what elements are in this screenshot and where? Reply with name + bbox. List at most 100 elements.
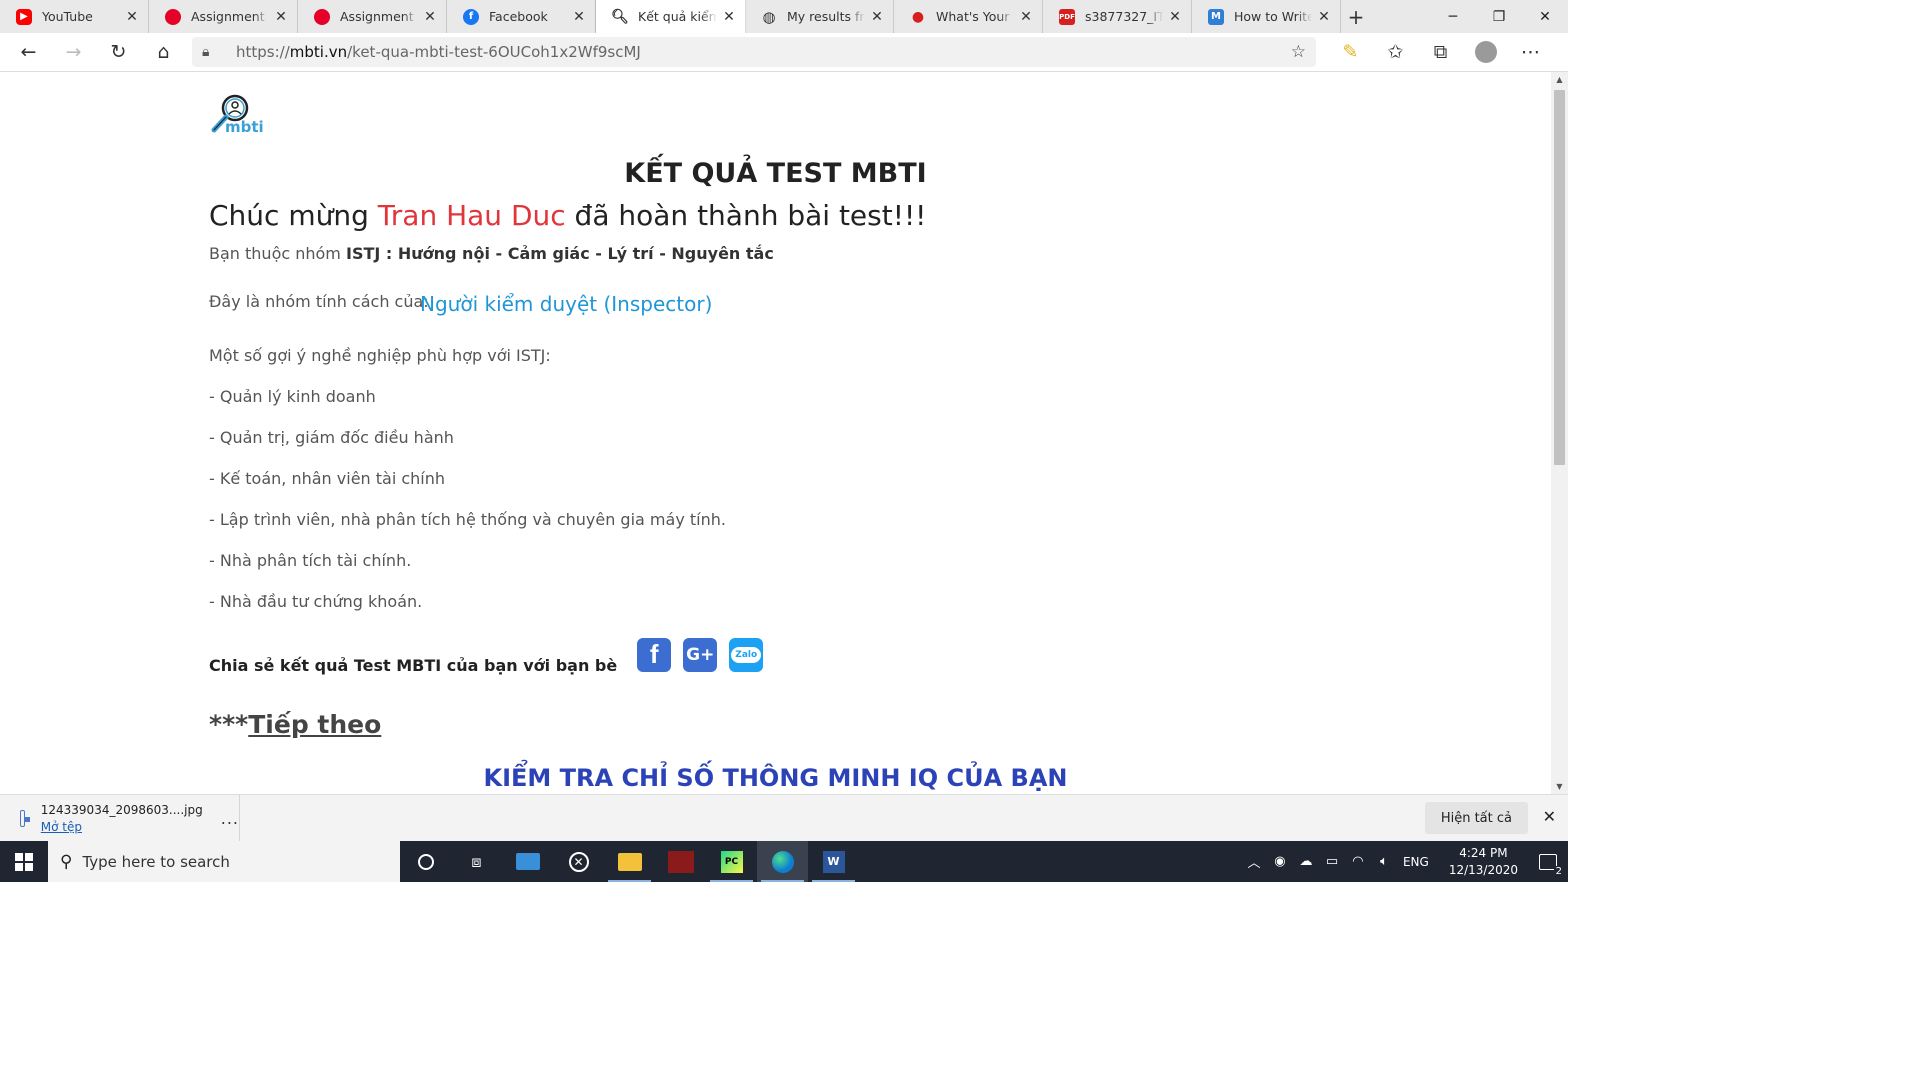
xbox-icon[interactable]: ✕ (553, 841, 604, 882)
mbti-icon: 🔍︎ (611, 8, 629, 25)
career-item: - Nhà phân tích tài chính. (209, 551, 412, 570)
close-tab-icon[interactable]: ✕ (273, 9, 289, 25)
tab-facebook[interactable]: f Facebook ✕ (447, 0, 596, 33)
tab-title: YouTube (42, 9, 93, 24)
tab-title: Assignment 1: (340, 9, 418, 24)
next-link-text[interactable]: Tiếp theo (248, 710, 381, 739)
refresh-button[interactable]: ↻ (96, 33, 141, 72)
cortana-icon[interactable] (400, 841, 451, 882)
close-tab-icon[interactable]: ✕ (124, 9, 140, 25)
type-name-link[interactable]: Người kiểm duyệt (Inspector) (420, 292, 712, 316)
show-hidden-icons[interactable]: ︿ (1242, 852, 1266, 871)
close-tab-icon[interactable]: ✕ (721, 9, 737, 25)
edge-icon[interactable] (757, 841, 808, 882)
favorite-star-icon[interactable]: ☆ (1291, 42, 1306, 62)
tab-mbti-result[interactable]: 🔍︎ Kết quả kiểm tr ✕ (596, 0, 745, 33)
restore-button[interactable]: ❐ (1476, 0, 1522, 33)
tab-youtube[interactable]: ▶ YouTube ✕ (0, 0, 149, 33)
tab-title: Facebook (489, 9, 548, 24)
profile-avatar[interactable] (1463, 33, 1508, 72)
congrats-suffix: đã hoàn thành bài test!!! (565, 199, 927, 232)
word-icon[interactable]: W (808, 841, 859, 882)
notification-count: 2 (1553, 865, 1564, 877)
url-scheme: https:// (236, 43, 290, 61)
favorites-icon[interactable]: ✩ (1373, 33, 1418, 72)
record-icon[interactable]: ◉ (1268, 854, 1292, 869)
minimize-button[interactable]: ─ (1430, 0, 1476, 33)
group-value: ISTJ : Hướng nội - Cảm giác - Lý trí - N… (345, 244, 774, 263)
pdf-icon: PDF (1059, 8, 1075, 25)
mbti-logo[interactable]: mbti (209, 94, 265, 138)
scroll-up-arrow[interactable]: ▲ (1551, 75, 1568, 84)
tab-how-to-write[interactable]: M How to Write a ✕ (1192, 0, 1341, 33)
next-link[interactable]: ***Tiếp theo (209, 710, 381, 739)
tab-whats-your[interactable]: ● What's Your Le ✕ (894, 0, 1043, 33)
home-button[interactable]: ⌂ (141, 33, 186, 72)
url-path: /ket-qua-mbti-test-6OUCoh1x2Wf9scMJ (347, 43, 641, 61)
close-tab-icon[interactable]: ✕ (869, 9, 885, 25)
close-window-button[interactable]: ✕ (1522, 0, 1568, 33)
tab-my-results[interactable]: ◍ My results from ✕ (745, 0, 894, 33)
share-row: Chia sẻ kết quả Test MBTI của bạn với bạ… (209, 634, 764, 675)
tab-title: Kết quả kiểm tr (638, 9, 717, 24)
clock[interactable]: 4:24 PM 12/13/2020 (1449, 845, 1518, 879)
scrollbar-thumb[interactable] (1554, 90, 1565, 465)
battery-icon[interactable]: ▭ (1320, 854, 1344, 869)
wifi-icon[interactable]: ◠ (1346, 854, 1370, 869)
type-prefix: Đây là nhóm tính cách của: (209, 292, 429, 311)
congrats-heading: Chúc mừng Tran Hau Duc đã hoàn thành bài… (209, 199, 926, 232)
language-indicator[interactable]: ENG (1403, 855, 1429, 869)
file-explorer-icon[interactable] (604, 841, 655, 882)
notification-center-icon[interactable]: 2 (1528, 853, 1568, 877)
forward-button[interactable]: → (51, 33, 96, 72)
onedrive-icon[interactable]: ☁ (1294, 854, 1318, 869)
tab-title: Assignment 2: (191, 9, 269, 24)
group-prefix: Bạn thuộc nhóm (209, 244, 346, 263)
collections-icon[interactable]: ⧉ (1418, 33, 1463, 72)
windows-taskbar: ⚲ Type here to search ⧈ ✕ PC W ︿ ◉ ☁ ▭ ◠… (0, 841, 1568, 882)
facebook-share-icon[interactable]: f (637, 637, 672, 672)
scroll-down-arrow[interactable]: ▼ (1551, 782, 1568, 791)
close-tab-icon[interactable]: ✕ (1018, 9, 1034, 25)
extension-icon[interactable]: ✎ (1328, 33, 1373, 72)
youtube-icon: ▶ (16, 8, 32, 25)
game-app-icon[interactable] (655, 841, 706, 882)
lock-icon[interactable]: 🔒︎ (202, 44, 224, 60)
download-item[interactable]: 124339034_2098603....jpg Mở tệp ... (0, 794, 240, 842)
volume-icon[interactable]: 🔈︎ (1372, 854, 1396, 869)
tab-assignment-2[interactable]: Assignment 2: ✕ (149, 0, 298, 33)
close-tab-icon[interactable]: ✕ (571, 9, 587, 25)
close-tab-icon[interactable]: ✕ (1167, 9, 1183, 25)
back-button[interactable]: ← (6, 33, 51, 72)
address-bar[interactable]: 🔒︎ https://mbti.vn/ket-qua-mbti-test-6OU… (192, 37, 1316, 67)
settings-more-icon[interactable]: ⋯ (1508, 33, 1553, 72)
task-view-icon[interactable]: ⧈ (451, 841, 502, 882)
tab-pdf[interactable]: PDF s3877327_ITT_ ✕ (1043, 0, 1192, 33)
iq-test-heading[interactable]: KIỂM TRA CHỈ SỐ THÔNG MINH IQ CỦA BẠN (209, 764, 1342, 792)
tab-title: What's Your Le (936, 9, 1014, 24)
mail-icon[interactable] (502, 841, 553, 882)
pycharm-icon[interactable]: PC (706, 841, 757, 882)
close-downloads-icon[interactable]: ✕ (1543, 807, 1556, 826)
new-tab-button[interactable]: + (1341, 0, 1371, 33)
career-item: - Lập trình viên, nhà phân tích hệ thống… (209, 510, 726, 529)
facebook-icon: f (463, 8, 479, 25)
close-tab-icon[interactable]: ✕ (422, 9, 438, 25)
career-item: - Nhà đầu tư chứng khoán. (209, 592, 423, 611)
next-prefix: *** (209, 710, 249, 739)
taskbar-search-box[interactable]: ⚲ Type here to search (48, 841, 400, 882)
download-more-button[interactable]: ... (221, 809, 239, 828)
zalo-share-icon[interactable]: Zalo (729, 637, 764, 672)
career-item: - Kế toán, nhân viên tài chính (209, 469, 446, 488)
page-scrollbar[interactable]: ▲ ▼ (1551, 72, 1568, 794)
url-host: mbti.vn (289, 43, 348, 61)
close-tab-icon[interactable]: ✕ (1316, 9, 1332, 25)
tab-title: My results from (787, 9, 865, 24)
page-viewport: mbti KẾT QUẢ TEST MBTI Chúc mừng Tran Ha… (0, 72, 1568, 794)
globe-icon: ◍ (762, 7, 776, 26)
tab-assignment-1[interactable]: Assignment 1: ✕ (298, 0, 447, 33)
google-plus-share-icon[interactable]: G+ (683, 637, 718, 672)
show-all-downloads-button[interactable]: Hiện tất cả (1424, 802, 1528, 834)
start-button[interactable] (0, 841, 48, 882)
open-file-link[interactable]: Mở tệp (41, 820, 203, 834)
